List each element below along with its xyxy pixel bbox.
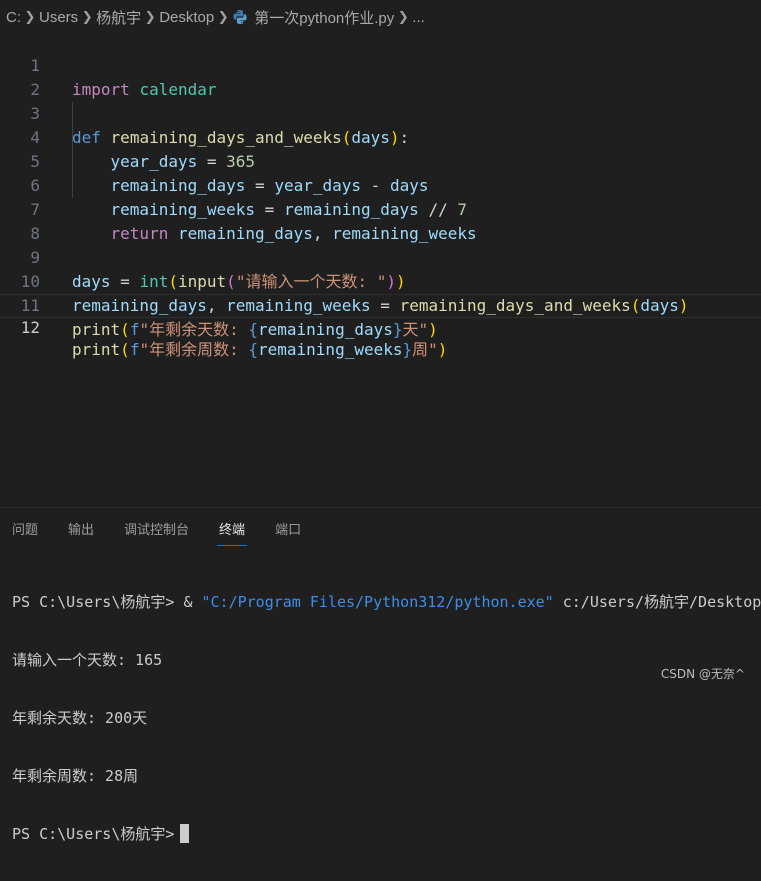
code-line[interactable]: 1 import calendar <box>0 30 761 99</box>
terminal-output-line: 年剩余周数: 28周 <box>12 767 139 785</box>
code-line[interactable]: 5 remaining_days = year_days - days <box>0 126 761 195</box>
breadcrumb-users[interactable]: Users <box>39 9 78 26</box>
terminal-script-path: c:/Users/杨航宇/Desktop/第一次python作业.py <box>562 593 761 611</box>
watermark: CSDN @无奈^ <box>660 667 745 681</box>
code-line-active[interactable]: 12 print(f"年剩余周数: {remaining_weeks}周") <box>0 294 761 359</box>
code-line[interactable]: 3 def remaining_days_and_weeks(days): <box>0 78 761 147</box>
terminal-prompt: PS C:\Users\杨航宇> <box>12 825 175 843</box>
code-line[interactable]: 2 <box>0 54 761 99</box>
chevron-right-icon: ❯ <box>217 9 229 24</box>
terminal-command-line: PS C:\Users\杨航宇> & "C:/Program Files/Pyt… <box>12 591 761 613</box>
terminal[interactable]: PS C:\Users\杨航宇> & "C:/Program Files/Pyt… <box>12 555 761 881</box>
breadcrumb-desktop[interactable]: Desktop <box>159 9 214 26</box>
code-line[interactable]: 9 days = int(input("请输入一个天数: ")) <box>0 222 761 291</box>
code-line[interactable]: 8 <box>0 198 761 243</box>
code-editor[interactable]: 1 import calendar 2 3 def remaining_days… <box>0 30 761 359</box>
chevron-right-icon: ❯ <box>24 9 36 24</box>
chevron-right-icon: ❯ <box>144 9 156 24</box>
code-line[interactable]: 6 remaining_weeks = remaining_days // 7 <box>0 150 761 219</box>
breadcrumb-drive[interactable]: C: <box>6 9 21 26</box>
code-line[interactable]: 4 year_days = 365 <box>0 102 761 171</box>
chevron-right-icon: ❯ <box>81 9 93 24</box>
chevron-right-icon: ❯ <box>397 9 409 24</box>
terminal-exe-path: "C:/Program Files/Python312/python.exe" <box>201 593 554 611</box>
bottom-panel: 问题 输出 调试控制台 终端 端口 PS C:\Users\杨航宇> & "C:… <box>0 507 761 843</box>
terminal-final-prompt-line: PS C:\Users\杨航宇> <box>12 823 761 845</box>
tab-terminal[interactable]: 终端 <box>217 520 248 548</box>
terminal-call-operator: & <box>183 593 202 611</box>
panel-tabs: 问题 输出 调试控制台 终端 端口 <box>12 520 331 548</box>
tab-output[interactable]: 输出 <box>68 520 94 548</box>
breadcrumb-user[interactable]: 杨航宇 <box>96 7 141 28</box>
line-number: 12 <box>20 318 40 337</box>
breadcrumb-more[interactable]: ... <box>412 9 425 26</box>
terminal-output-line: 请输入一个天数: 165 <box>12 651 163 669</box>
line-code: print(f"年剩余周数: {remaining_weeks}周") <box>72 340 448 359</box>
breadcrumb: C: ❯ Users ❯ 杨航宇 ❯ Desktop ❯ 第一次python作业… <box>0 0 761 34</box>
terminal-output-line: 年剩余天数: 200天 <box>12 709 148 727</box>
tab-problems[interactable]: 问题 <box>12 520 38 548</box>
code-line[interactable]: 11 print(f"年剩余天数: {remaining_days}天") <box>0 270 761 339</box>
code-line[interactable]: 10 remaining_days, remaining_weeks = rem… <box>0 246 761 315</box>
python-file-icon <box>233 10 247 24</box>
code-line[interactable]: 7 return remaining_days, remaining_weeks <box>0 174 761 243</box>
tab-ports[interactable]: 端口 <box>275 520 301 548</box>
terminal-cursor <box>180 824 190 843</box>
tab-debug-console[interactable]: 调试控制台 <box>124 520 189 548</box>
terminal-prompt: PS C:\Users\杨航宇> <box>12 593 184 611</box>
breadcrumb-file[interactable]: 第一次python作业.py <box>254 7 394 28</box>
